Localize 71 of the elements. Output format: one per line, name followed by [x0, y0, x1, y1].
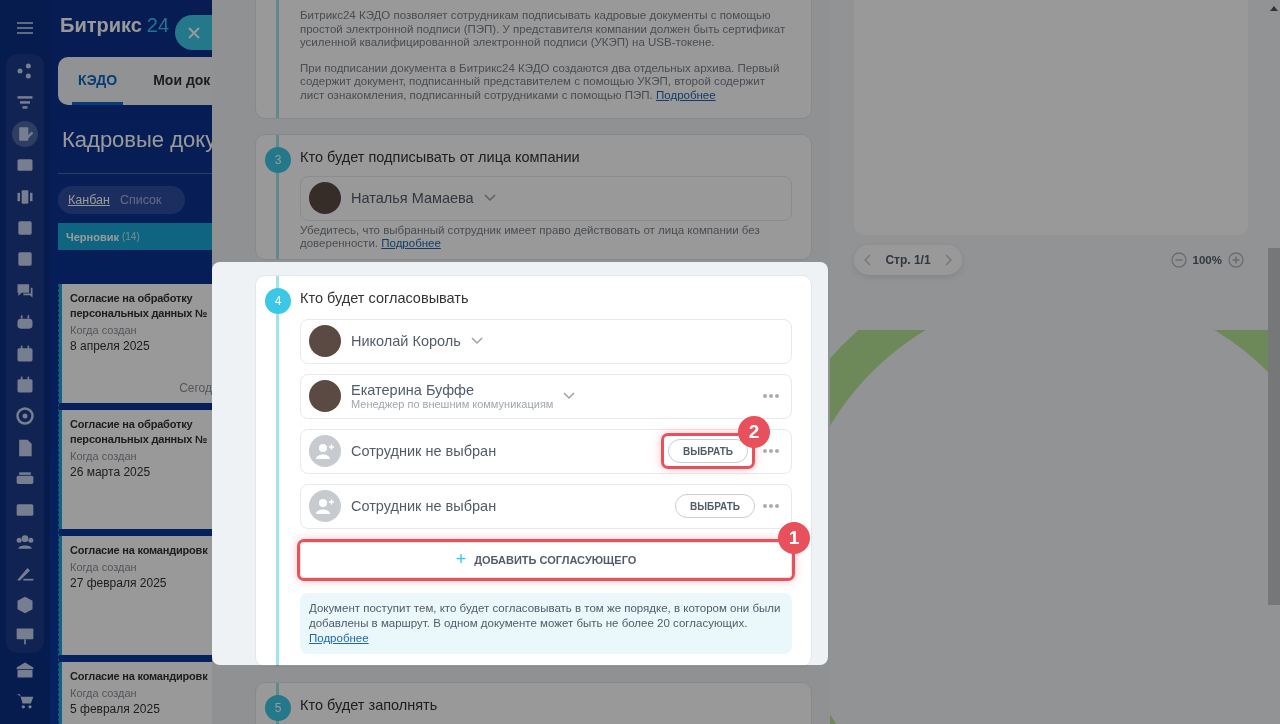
document-card[interactable]: Согласие на обработку персональных данных № Когда создан 8 апреля 2025 Сегод: [59, 284, 212, 403]
step-title: Кто будет подписывать от лица компании: [300, 148, 581, 166]
approver-name: Сотрудник не выбран: [351, 443, 497, 460]
step-title: Кто будет согласовывать: [300, 289, 470, 307]
more-icon[interactable]: [763, 504, 779, 509]
view-tab[interactable]: Канбан: [68, 193, 110, 207]
logo-word: Битрикс: [60, 13, 142, 37]
scroll-up-icon[interactable]: [1270, 6, 1278, 11]
column-header: Черновик (14): [58, 223, 212, 250]
card-date-label: Когда создан: [70, 324, 138, 337]
card-date: 27 февраля 2025: [70, 576, 168, 590]
choose-button[interactable]: ВЫБРАТЬ: [675, 494, 755, 519]
callout-badge: 2: [738, 416, 770, 449]
info-note: Документ поступит тем, кто будет согласовывать в том же порядке, в котором они были добавлены в маршрут. В одном документе может быть не более 20 согласующих. Подробнее: [300, 592, 792, 654]
avatar: [309, 380, 341, 413]
more-icon[interactable]: [763, 394, 779, 399]
card-date: 8 апреля 2025: [70, 339, 151, 353]
zoom-level: 100%: [1192, 254, 1222, 266]
chevron-down-icon[interactable]: [470, 337, 483, 346]
page-counter: Стр. 1/1: [885, 253, 931, 267]
signer-note: Убедитесь, что выбранный сотрудник имеет право действовать от лица компании без доверенности. Подробнее: [300, 223, 761, 251]
calendar-icon: [15, 374, 35, 395]
board-icon: [15, 626, 35, 647]
card-date-label: Когда создан: [70, 450, 138, 463]
bank-icon: [15, 660, 35, 681]
document-card[interactable]: Согласие на командировк Когда создан 27 февраля 2025: [59, 536, 212, 655]
card-title: Согласие на командировк: [70, 543, 209, 558]
nav-button[interactable]: [12, 120, 38, 147]
card-date: 26 марта 2025: [70, 465, 152, 479]
approver-name: Екатерина Буффе: [351, 382, 476, 399]
logo-number: 24: [146, 13, 170, 37]
document-card[interactable]: Согласие на обработку персональных данных № Когда создан 26 марта 2025: [59, 410, 212, 529]
card-date: 5 февраля 2025: [70, 702, 161, 716]
card-title: Согласие на обработку: [70, 291, 194, 306]
tab[interactable]: КЭДО: [72, 57, 124, 105]
step-number: 3: [265, 146, 291, 173]
hex-icon: [15, 594, 35, 615]
description-text: При подписании документа в Битрикс24 КЭДО создаются два отдельных архива. Первый содержит документ, подписанный представителем с помощью УКЭП, второй содержит лист ознакомления, подписанный сотрудниками с помощью ПЭП. Подробнее: [300, 61, 781, 103]
avatar: [309, 182, 341, 215]
step-number: 5: [265, 694, 291, 721]
step-title: Кто будет заполнять: [300, 696, 439, 714]
more-link[interactable]: Подробнее: [309, 631, 369, 644]
add-user-icon: [309, 435, 341, 468]
card-title: Согласие на командировк: [70, 669, 209, 684]
card-date-label: Когда создан: [70, 561, 138, 574]
more-link[interactable]: Подробнее: [656, 88, 716, 101]
approver-name: Николай Король: [351, 333, 461, 350]
chevron-down-icon[interactable]: [563, 392, 576, 401]
step-number: 4: [265, 287, 291, 314]
approver-name: Сотрудник не выбран: [351, 498, 497, 515]
card-title: персональных данных №: [70, 306, 209, 321]
tab[interactable]: Мои док: [147, 57, 217, 105]
callout-badge: 1: [778, 521, 810, 554]
more-link[interactable]: Подробнее: [381, 237, 441, 250]
chevron-down-icon[interactable]: [483, 194, 496, 203]
card-title: персональных данных №: [70, 432, 209, 447]
target-icon: [15, 406, 35, 427]
card-date-label: Когда создан: [70, 687, 138, 700]
more-icon[interactable]: [763, 449, 779, 454]
choose-button[interactable]: ВЫБРАТЬ: [668, 439, 748, 464]
scrollbar[interactable]: [1268, 248, 1280, 605]
signer-name: Наталья Мамаева: [351, 190, 474, 207]
card-footer: Сегод: [179, 381, 212, 395]
calendar-icon: [15, 343, 35, 364]
add-user-icon: [309, 490, 341, 523]
approver-position: Менеджер по внешним коммуникациям: [351, 398, 554, 411]
avatar: [309, 325, 341, 358]
close-icon: [187, 26, 200, 39]
description-text: Битрикс24 КЭДО позволяет сотрудникам подписывать кадровые документы с помощью простой электронной подписи (ПЭП). У представителя компании должен быть сертификат усиленной квалифицированной электронной подписи (УКЭП) на USB-токене.: [300, 9, 787, 50]
card-title: Согласие на обработку: [70, 417, 194, 432]
document-card[interactable]: Согласие на командировк Когда создан 5 февраля 2025: [59, 662, 212, 724]
